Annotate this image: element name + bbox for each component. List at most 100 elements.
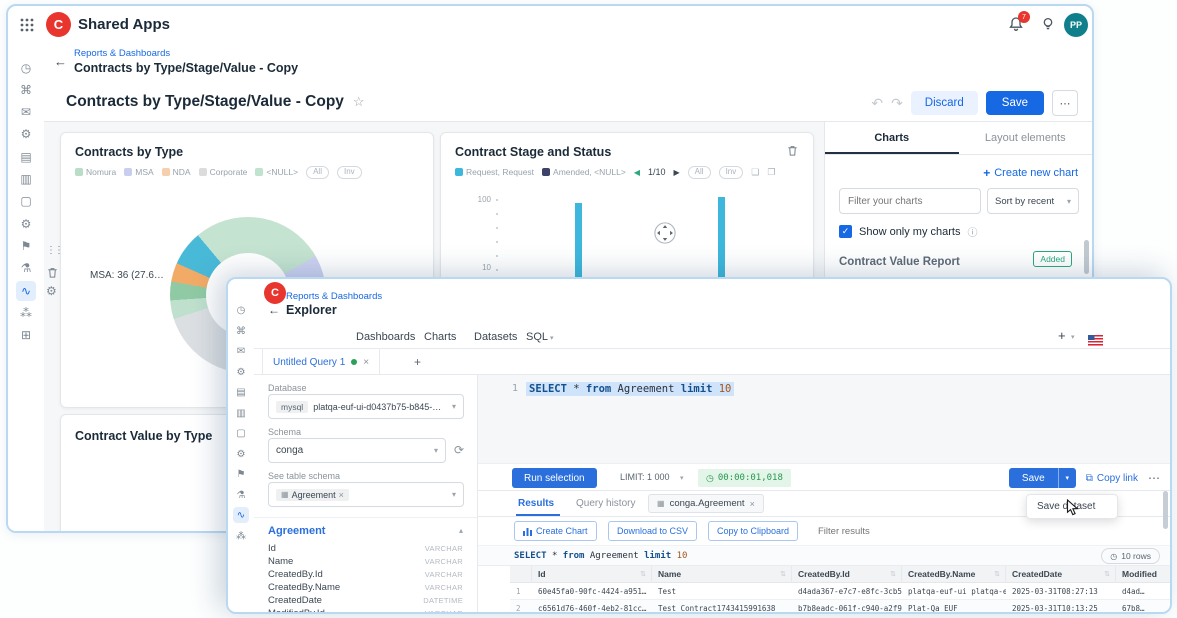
dataset-tab[interactable]: ▦ conga.Agreement × bbox=[648, 494, 764, 513]
sidebar-item-charts[interactable]: ∿ bbox=[233, 507, 249, 523]
info-icon[interactable]: ⓘ bbox=[967, 224, 977, 239]
legend-item[interactable]: NDA bbox=[161, 167, 191, 177]
table-row[interactable]: 1 60e45fa0-90fc-4424-a951… Test d4ada367… bbox=[510, 583, 1170, 600]
sidebar-item-share[interactable]: ⁂ bbox=[233, 528, 249, 544]
sidebar-item-briefcase[interactable]: ▢ bbox=[16, 191, 36, 211]
sidebar-item-charts[interactable]: ∿ bbox=[16, 281, 36, 301]
sort-dropdown[interactable]: Sort by recent ▾ bbox=[987, 188, 1079, 214]
create-chart-button[interactable]: Create Chart bbox=[514, 521, 597, 541]
legend-page-prev-icon[interactable]: ◀ bbox=[634, 168, 640, 177]
sidebar-item-cards[interactable]: ▥ bbox=[16, 169, 36, 189]
more-options-icon[interactable]: ⋯ bbox=[1148, 471, 1160, 485]
results-scrollbar[interactable] bbox=[1163, 491, 1168, 529]
back-arrow-icon[interactable]: ← bbox=[54, 54, 67, 69]
legend-item[interactable]: <NULL> bbox=[255, 167, 298, 177]
legend-inv-button[interactable]: Inv bbox=[336, 166, 362, 179]
back-arrow-icon[interactable]: ← bbox=[268, 303, 280, 317]
save-options-chevron[interactable]: ▾ bbox=[1057, 468, 1076, 488]
column-sort-icon[interactable]: ⇅ bbox=[994, 566, 1000, 583]
table-row[interactable]: 2 c6561d76-460f-4eb2-81cc… Test_Contract… bbox=[510, 600, 1170, 612]
close-tab-icon[interactable]: × bbox=[750, 499, 755, 509]
expand-icon[interactable]: ❏ bbox=[751, 167, 759, 178]
query-tab-active[interactable]: Untitled Query 1 × bbox=[262, 349, 381, 375]
new-query-tab-icon[interactable]: + bbox=[414, 355, 421, 369]
sidebar-item-clock[interactable]: ◷ bbox=[16, 58, 36, 78]
sidebar-item-briefcase[interactable]: ▢ bbox=[233, 425, 249, 441]
legend-all-button[interactable]: All bbox=[687, 166, 711, 179]
column-header[interactable]: CreatedBy.Id ⇅ bbox=[792, 566, 902, 583]
sidebar-item-flag[interactable]: ⚑ bbox=[233, 466, 249, 482]
discard-button[interactable]: Discard bbox=[910, 91, 978, 115]
legend-all-button[interactable]: All bbox=[306, 166, 329, 179]
sql-editor[interactable]: 1 SELECT * from Agreement limit 10 bbox=[478, 375, 1170, 463]
legend-item[interactable]: MSA bbox=[124, 167, 154, 177]
column-sort-icon[interactable]: ⇅ bbox=[1104, 566, 1110, 583]
filter-charts-input[interactable] bbox=[839, 188, 981, 214]
tab-layout-elements[interactable]: Layout elements bbox=[959, 122, 1093, 154]
filter-results-input[interactable] bbox=[818, 522, 1028, 540]
column-header[interactable]: CreatedBy.Name ⇅ bbox=[902, 566, 1006, 583]
legend-item[interactable]: Request, Request bbox=[455, 167, 534, 177]
tab-charts[interactable]: Charts bbox=[825, 122, 959, 154]
avatar[interactable]: PP bbox=[1064, 13, 1088, 37]
sidebar-item-flag[interactable]: ⚑ bbox=[16, 236, 36, 256]
breadcrumb[interactable]: Reports & Dashboards bbox=[286, 291, 382, 302]
column-sort-icon[interactable]: ⇅ bbox=[640, 566, 646, 583]
legend-page-next-icon[interactable]: ▶ bbox=[674, 168, 680, 177]
legend-item[interactable]: Corporate bbox=[198, 167, 247, 177]
table-tag[interactable]: ▦ Agreement × bbox=[276, 488, 349, 501]
column-header[interactable]: CreatedDate ⇅ bbox=[1006, 566, 1116, 583]
table-section-header[interactable]: Agreement bbox=[268, 525, 325, 537]
redo-icon[interactable]: ↷ bbox=[891, 95, 903, 112]
save-button[interactable]: Save bbox=[985, 91, 1044, 115]
sidebar-item-share[interactable]: ⁂ bbox=[16, 303, 36, 323]
sidebar-item-settings[interactable]: ⚙ bbox=[16, 214, 36, 234]
save-button[interactable]: Save bbox=[1008, 468, 1058, 488]
sidebar-item-gear[interactable]: ⚙ bbox=[233, 364, 249, 380]
refresh-icon[interactable]: ⟳ bbox=[454, 443, 464, 457]
legend-item[interactable]: Amended, <NULL> bbox=[542, 167, 626, 177]
favorite-star-icon[interactable]: ☆ bbox=[353, 94, 365, 110]
nav-charts[interactable]: Charts bbox=[424, 331, 456, 343]
column-sort-icon[interactable]: ⇅ bbox=[780, 566, 786, 583]
settings-gear-icon[interactable]: ⚙ bbox=[46, 285, 57, 297]
add-new-icon[interactable]: + bbox=[1058, 328, 1066, 343]
sidebar-item-apps[interactable]: ⊞ bbox=[16, 325, 36, 345]
sidebar-item-ledger[interactable]: ▤ bbox=[233, 384, 249, 400]
legend-item[interactable]: Nomura bbox=[75, 167, 116, 177]
column-header[interactable]: Name ⇅ bbox=[652, 566, 792, 583]
create-new-chart-link[interactable]: + Create new chart bbox=[983, 166, 1078, 180]
more-options-button[interactable]: ⋯ bbox=[1052, 90, 1078, 116]
table-select[interactable]: ▦ Agreement × ▾ bbox=[268, 482, 464, 507]
copy-link-button[interactable]: ⧉ Copy link bbox=[1086, 473, 1138, 484]
database-select[interactable]: mysql platqa-euf-ui-d0437b75-b845-… ▾ bbox=[268, 394, 464, 419]
copy-to-clipboard-button[interactable]: Copy to Clipboard bbox=[708, 521, 799, 541]
schema-select[interactable]: conga ▾ bbox=[268, 438, 446, 463]
sidebar-item-cards[interactable]: ▥ bbox=[233, 405, 249, 421]
sidebar-item-flask[interactable]: ⚗ bbox=[16, 258, 36, 278]
sidebar-item-flask[interactable]: ⚗ bbox=[233, 487, 249, 503]
delete-chart-trash-icon[interactable] bbox=[786, 144, 799, 162]
column-sort-icon[interactable]: ⇅ bbox=[890, 566, 896, 583]
limit-dropdown[interactable]: LIMIT: 1 000 bbox=[620, 472, 670, 482]
run-selection-button[interactable]: Run selection bbox=[512, 468, 597, 488]
checkbox-checked[interactable]: ✓ bbox=[839, 225, 852, 238]
app-launcher-icon[interactable] bbox=[20, 18, 34, 37]
close-tab-icon[interactable]: × bbox=[363, 357, 369, 368]
save-split-button[interactable]: Save ▾ bbox=[1008, 468, 1076, 488]
breadcrumb[interactable]: Reports & Dashboards bbox=[74, 48, 170, 59]
sidebar-item-gear[interactable]: ⚙ bbox=[16, 124, 36, 144]
remove-tag-icon[interactable]: × bbox=[339, 490, 344, 500]
sidebar-item-command[interactable]: ⌘ bbox=[16, 80, 36, 100]
download-csv-button[interactable]: Download to CSV bbox=[608, 521, 698, 541]
nav-sql[interactable]: SQL bbox=[526, 331, 548, 343]
undo-icon[interactable]: ↶ bbox=[871, 95, 883, 112]
sidebar-item-command[interactable]: ⌘ bbox=[233, 323, 249, 339]
collapse-icon[interactable]: ▴ bbox=[459, 526, 463, 535]
nav-datasets[interactable]: Datasets bbox=[474, 331, 517, 343]
panel-scrollbar[interactable] bbox=[1084, 240, 1089, 274]
column-header[interactable]: Modified bbox=[1116, 566, 1170, 583]
tab-query-history[interactable]: Query history bbox=[576, 498, 635, 509]
nav-dashboards[interactable]: Dashboards bbox=[356, 331, 415, 343]
sidebar-item-clock[interactable]: ◷ bbox=[233, 302, 249, 318]
